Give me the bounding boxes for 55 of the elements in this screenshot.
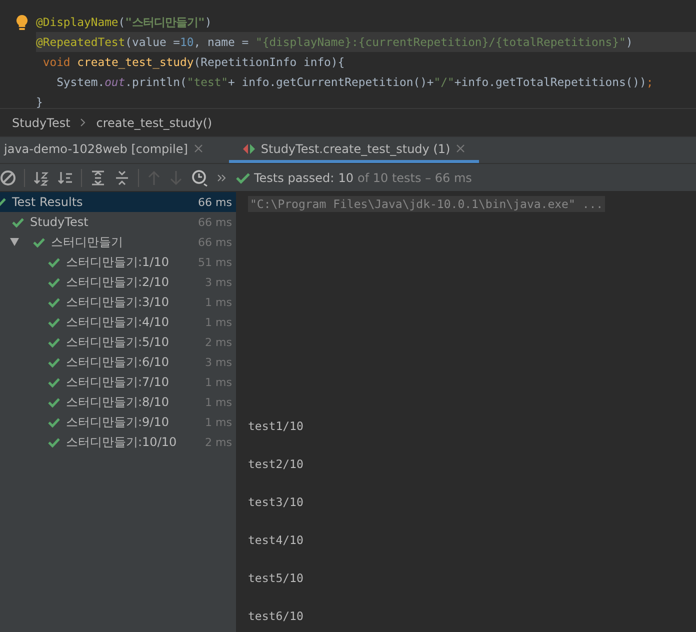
console-line: test2/10 (248, 457, 304, 471)
check-icon (48, 396, 60, 408)
test-row[interactable]: StudyTest 66 ms (0, 212, 236, 232)
test-row[interactable]: 스터디만들기 66 ms (0, 232, 236, 252)
test-row[interactable]: 스터디만들기:8/10 1 ms (0, 392, 236, 412)
test-row[interactable]: 스터디만들기:9/10 1 ms (0, 412, 236, 432)
test-row[interactable]: 스터디만들기:2/10 3 ms (0, 272, 236, 292)
test-row[interactable]: 스터디만들기:6/10 3 ms (0, 352, 236, 372)
test-row[interactable]: 스터디만들기:7/10 1 ms (0, 372, 236, 392)
check-icon (33, 236, 45, 248)
breadcrumb-item[interactable]: create_test_study() (96, 116, 212, 130)
test-row[interactable]: 스터디만들기:3/10 1 ms (0, 292, 236, 312)
check-icon (48, 356, 60, 368)
console-line: test6/10 (248, 609, 304, 623)
check-icon (12, 216, 24, 228)
close-icon[interactable] (194, 144, 203, 153)
test-row[interactable]: 스터디만들기:4/10 1 ms (0, 312, 236, 332)
console-line: test3/10 (248, 495, 304, 509)
collapse-all-icon[interactable] (114, 170, 130, 186)
pass-count: 10 (338, 170, 354, 184)
test-row[interactable]: 스터디만들기:10/10 2 ms (0, 432, 236, 452)
clock-icon[interactable] (191, 168, 209, 186)
code-line: @DisplayName("스터디만들기") (36, 14, 213, 31)
expand-all-icon[interactable] (90, 170, 106, 186)
check-icon (48, 316, 60, 328)
code-line: } (36, 94, 44, 111)
console-line: test4/10 (248, 533, 304, 547)
status-summary: of 10 tests – 66 ms (358, 170, 472, 184)
check-icon (48, 276, 60, 288)
code-line: System.out.println("test"+ info.getCurrentRepetition()+"/"+info.getTotalRepetitions()); (56, 74, 654, 91)
chevron-icon (80, 118, 86, 127)
console-line: test5/10 (248, 571, 304, 585)
check-icon (236, 172, 250, 184)
test-row[interactable]: 스터디만들기:1/10 51 ms (0, 252, 236, 272)
check-icon (48, 336, 60, 348)
lightbulb-icon[interactable] (16, 14, 28, 30)
test-row[interactable]: Test Results 66 ms (0, 192, 236, 212)
console-line: test1/10 (248, 419, 304, 433)
sort-duration-icon[interactable] (57, 170, 73, 186)
check-icon (48, 416, 60, 428)
breadcrumb-item[interactable]: StudyTest (12, 116, 70, 130)
check-icon (48, 296, 60, 308)
test-row[interactable]: 스터디만들기:5/10 2 ms (0, 332, 236, 352)
stop-icon[interactable] (0, 170, 16, 186)
code-line: void create_test_study(RepetitionInfo info){ (42, 54, 346, 71)
sort-alpha-icon[interactable] (33, 170, 49, 186)
close-icon[interactable] (456, 144, 466, 153)
expand-triangle-icon[interactable] (10, 238, 19, 246)
status-text: Tests passed: (254, 170, 334, 184)
check-icon (48, 256, 60, 268)
check-icon (48, 436, 60, 448)
check-icon (48, 376, 60, 388)
more-icon[interactable] (217, 174, 226, 182)
run-tab[interactable]: java-demo-1028web [compile] (0, 137, 217, 163)
console-command: "C:\Program Files\Java\jdk-10.0.1\bin\java.exe" ... (248, 196, 606, 212)
